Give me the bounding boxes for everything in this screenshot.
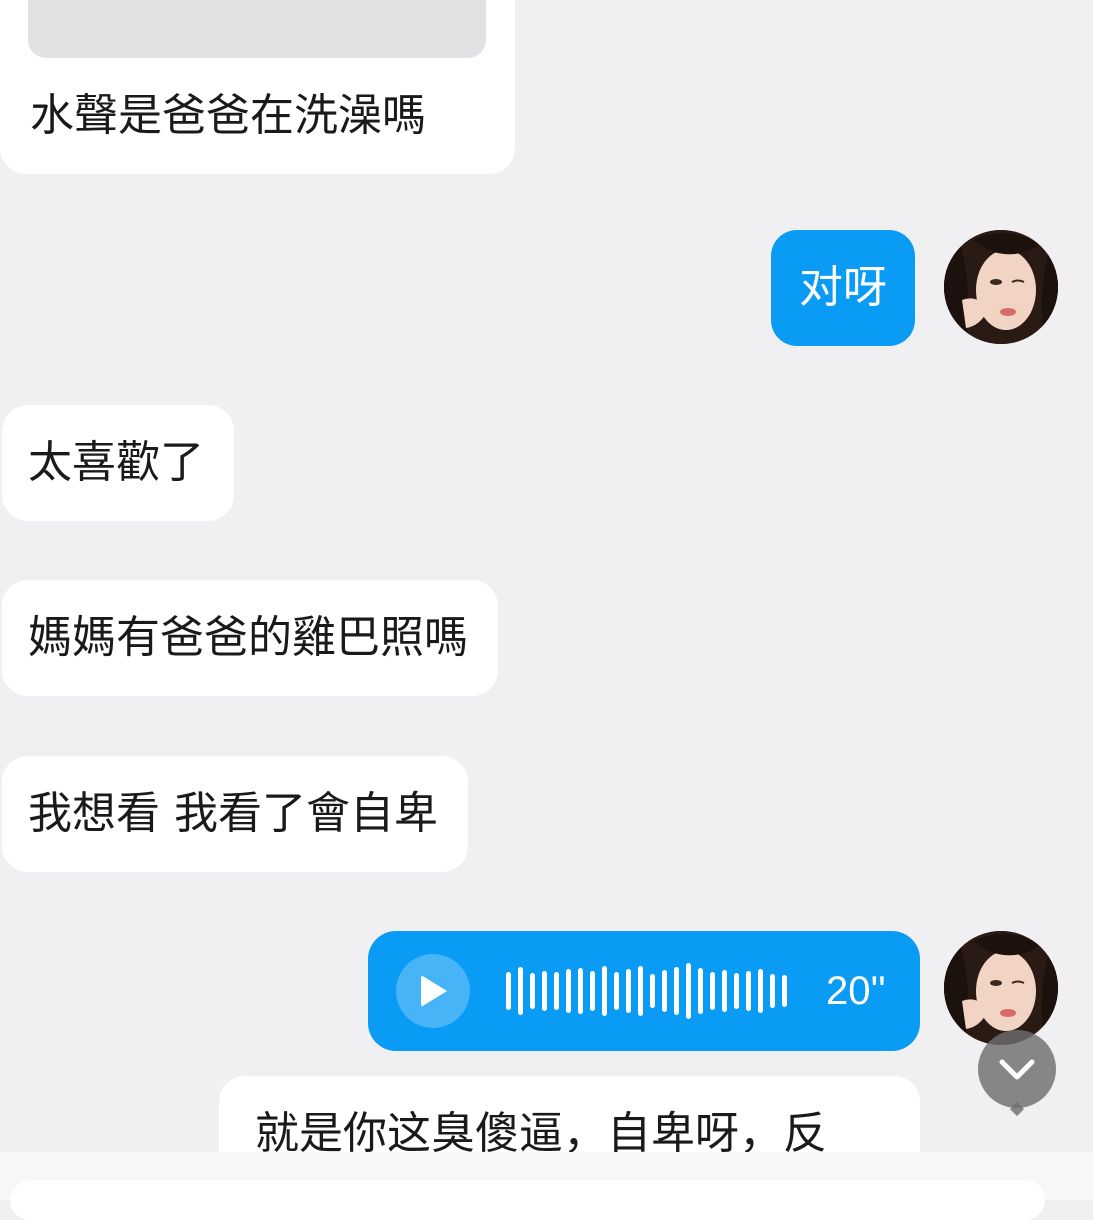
- incoming-message-bubble[interactable]: 就是你这臭傻逼，自卑呀，反: [219, 1076, 920, 1152]
- waveform-bar: [602, 966, 607, 1016]
- message-text: 对呀: [799, 262, 887, 313]
- waveform-bar: [518, 967, 523, 1015]
- waveform-bar: [770, 974, 775, 1008]
- message-text: 太喜歡了: [28, 437, 204, 488]
- waveform-bar: [614, 972, 619, 1010]
- outgoing-message-bubble[interactable]: 对呀: [771, 230, 915, 346]
- waveform-bar: [674, 967, 679, 1015]
- waveform-bar: [626, 969, 631, 1013]
- waveform-bar: [578, 968, 583, 1014]
- avatar[interactable]: [944, 230, 1058, 344]
- message-text: 就是你这臭傻逼，自卑呀，反: [255, 1108, 827, 1153]
- waveform-bar: [698, 968, 703, 1014]
- waveform-bar: [662, 970, 667, 1012]
- image-thumbnail[interactable]: [28, 0, 486, 58]
- incoming-message-bubble[interactable]: 太喜歡了: [2, 405, 234, 521]
- waveform-bar: [710, 972, 715, 1010]
- message-text: 水聲是爸爸在洗澡嗎: [30, 90, 426, 141]
- message-composer: [0, 1152, 1093, 1220]
- waveform-bar: [590, 971, 595, 1011]
- outgoing-voice-message[interactable]: 20'': [368, 931, 920, 1051]
- waveform-bar: [782, 975, 787, 1007]
- waveform-bar: [650, 974, 655, 1008]
- message-text: 我想看 我看了會自卑: [28, 788, 438, 839]
- waveform-bar: [746, 971, 751, 1011]
- incoming-image-message[interactable]: 水聲是爸爸在洗澡嗎: [0, 0, 515, 174]
- avatar-photo: [944, 931, 1058, 1045]
- waveform-bar: [686, 963, 691, 1019]
- incoming-message-bubble[interactable]: 媽媽有爸爸的雞巴照嗎: [2, 580, 498, 696]
- waveform-bar: [554, 972, 559, 1010]
- waveform-bar: [506, 972, 511, 1010]
- avatar-photo: [944, 230, 1058, 344]
- waveform-bar: [530, 973, 535, 1009]
- message-input[interactable]: [10, 1180, 1045, 1220]
- waveform-bar: [566, 969, 571, 1013]
- waveform-icon: [506, 963, 787, 1019]
- chevron-down-icon: [999, 1059, 1035, 1080]
- voice-duration: 20'': [826, 969, 886, 1013]
- incoming-message-bubble[interactable]: 我想看 我看了會自卑: [2, 756, 468, 872]
- waveform-bar: [542, 971, 547, 1011]
- scroll-to-bottom-button[interactable]: [978, 1030, 1056, 1108]
- message-text: 媽媽有爸爸的雞巴照嗎: [28, 612, 468, 663]
- play-icon[interactable]: [396, 954, 470, 1028]
- waveform-bar: [734, 973, 739, 1009]
- chat-message-list[interactable]: 水聲是爸爸在洗澡嗎 对呀 太喜歡了 媽媽有爸爸的雞巴照嗎 我想看 我看了會自卑: [0, 0, 1093, 1152]
- avatar[interactable]: [944, 931, 1058, 1045]
- waveform-bar: [722, 970, 727, 1012]
- waveform-bar: [758, 969, 763, 1013]
- waveform-bar: [638, 966, 643, 1016]
